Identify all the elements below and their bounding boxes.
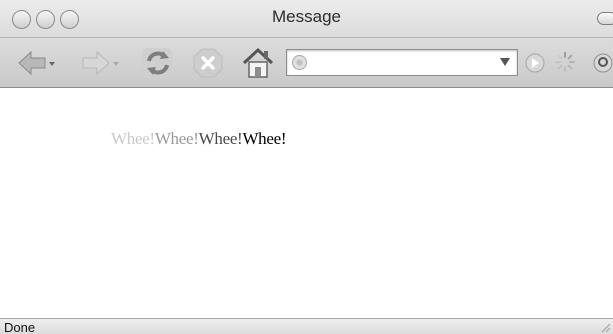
stop-icon [193,48,223,78]
address-input[interactable] [311,52,491,72]
back-arrow-icon [18,50,55,76]
whee-word-4: Whee! [242,129,287,148]
site-globe-icon [292,55,307,70]
window-title: Message [272,7,341,26]
home-icon [242,47,274,78]
spinner-icon [555,52,575,72]
reload-icon [142,48,172,78]
go-icon [525,53,545,73]
whee-word-1: Whee! [111,129,155,148]
search-button[interactable] [592,52,613,74]
status-bar: Done [0,318,613,334]
toolbar-toggle-button[interactable] [597,12,613,25]
title-bar: Message [0,0,613,38]
whee-word-3: Whee! [198,129,243,148]
whee-word-2: Whee! [154,129,199,148]
reload-button[interactable] [139,45,177,81]
page-content: Whee!Whee!Whee!Whee! [0,89,613,318]
go-button[interactable] [524,52,546,74]
toolbar [0,38,613,88]
back-button[interactable] [16,49,56,77]
stop-button[interactable] [191,46,225,80]
forward-arrow-icon [82,50,119,76]
history-dropdown-icon[interactable] [499,56,511,68]
status-text: Done [4,320,36,334]
address-bar[interactable] [286,49,518,76]
resize-grip-icon[interactable] [599,321,611,333]
home-button[interactable] [240,45,276,81]
activity-spinner [554,51,576,73]
browser-window: Message Whee!Whee!Whee!Whee! Done [0,0,613,334]
forward-button[interactable] [80,49,120,77]
search-icon [593,53,613,73]
whee-text-line: Whee!Whee!Whee!Whee! [111,129,287,149]
